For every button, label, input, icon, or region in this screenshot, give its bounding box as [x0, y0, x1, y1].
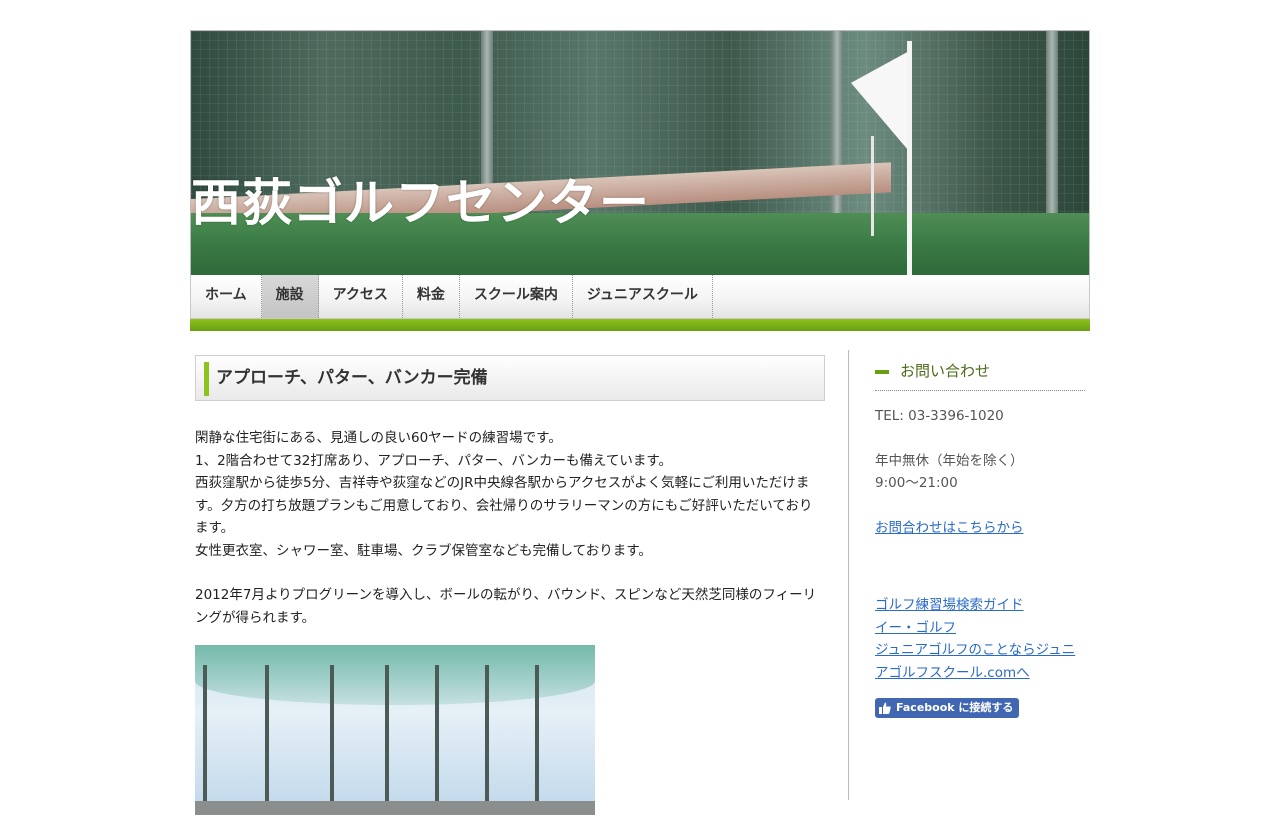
body-line: 1、2階合わせて32打席あり、アプローチ、パター、バンカーも備えています。	[195, 452, 673, 469]
header-flag-pole	[907, 41, 912, 275]
section-body: 閑静な住宅街にある、見通しの良い60ヤードの練習場です。 1、2階合わせて32打…	[195, 427, 825, 629]
body-line: 2012年7月よりプログリーンを導入し、ボールの転がり、バウンド、スピンなど天然…	[195, 587, 817, 626]
photo-post	[203, 665, 207, 815]
nav-item-home[interactable]: ホーム	[191, 275, 262, 318]
header-flag-pole-small	[871, 136, 874, 236]
sidebar: お問い合わせ TEL: 03-3396-1020 年中無休（年始を除く） 9:0…	[875, 358, 1085, 722]
header-banner: 西荻ゴルフセンター	[190, 30, 1090, 275]
photo-post	[485, 665, 489, 815]
e-golf-link[interactable]: イー・ゴルフ	[875, 620, 956, 636]
photo-post	[535, 665, 539, 815]
facebook-connect-button[interactable]: Facebook に接続する	[875, 698, 1020, 718]
contact-link[interactable]: お問合わせはこちらから	[875, 520, 1024, 536]
nav-item-school[interactable]: スクール案内	[460, 275, 573, 318]
nav-item-junior-school[interactable]: ジュニアスクール	[573, 275, 713, 318]
hours-note: 年中無休（年始を除く）	[875, 452, 1024, 469]
photo-post	[435, 665, 439, 815]
section-heading: アプローチ、パター、バンカー完備	[195, 355, 825, 401]
main-nav: ホーム 施設 アクセス 料金 スクール案内 ジュニアスクール	[190, 275, 1090, 319]
page-wrapper: 西荻ゴルフセンター ホーム 施設 アクセス 料金 スクール案内 ジュニアスクール	[190, 30, 1090, 331]
header-pole	[831, 31, 843, 241]
nav-item-facilities[interactable]: 施設	[261, 275, 319, 318]
nav-accent-bar	[190, 319, 1090, 331]
body-line: 閑静な住宅街にある、見通しの良い60ヤードの練習場です。	[195, 430, 562, 446]
photo-post	[385, 665, 389, 815]
photo-post	[330, 665, 334, 815]
opening-hours: 9:00～21:00	[875, 475, 958, 491]
facebook-connect-label: Facebook に接続する	[896, 700, 1014, 714]
site-title[interactable]: 西荻ゴルフセンター	[191, 163, 650, 235]
facility-photo	[195, 645, 595, 815]
header-flag	[851, 42, 909, 152]
golf-range-guide-link[interactable]: ゴルフ練習場検索ガイド	[875, 597, 1024, 613]
header-pole	[1046, 31, 1058, 241]
photo-ground	[195, 801, 595, 815]
thumbs-up-icon	[879, 702, 891, 714]
contact-info: TEL: 03-3396-1020 年中無休（年始を除く） 9:00～21:00…	[875, 405, 1085, 722]
body-line: 西荻窪駅から徒歩5分、吉祥寺や荻窪などのJR中央線各駅からアクセスがよく気軽にご…	[195, 475, 813, 536]
junior-golf-link[interactable]: ジュニアゴルフのことならジュニアゴルフスクール.comへ	[875, 642, 1075, 681]
nav-item-access[interactable]: アクセス	[319, 275, 403, 318]
column-divider	[848, 350, 849, 800]
main-content: アプローチ、パター、バンカー完備 閑静な住宅街にある、見通しの良い60ヤードの練…	[195, 355, 825, 815]
sidebar-title: お問い合わせ	[875, 358, 1085, 391]
nav-item-pricing[interactable]: 料金	[403, 275, 460, 318]
phone-number: TEL: 03-3396-1020	[875, 408, 1004, 424]
body-line: 女性更衣室、シャワー室、駐車場、クラブ保管室なども完備しております。	[195, 542, 652, 559]
photo-post	[265, 665, 269, 815]
